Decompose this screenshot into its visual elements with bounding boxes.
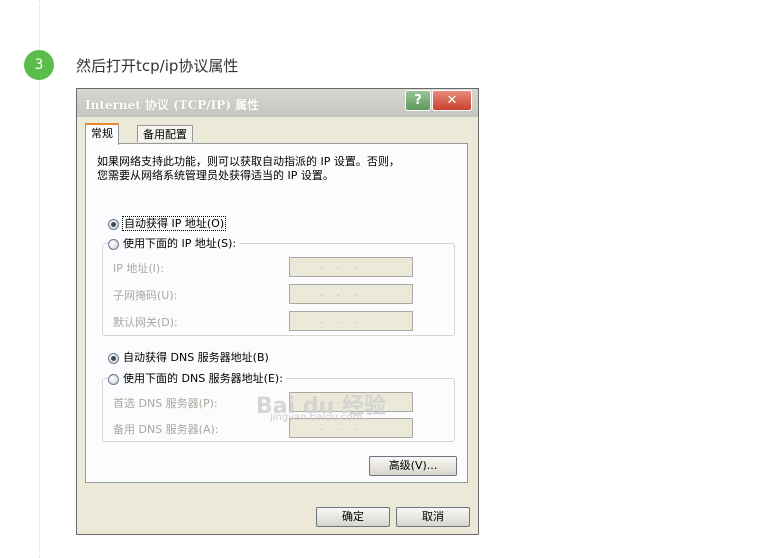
preferred-dns-label: 首选 DNS 服务器(P):: [113, 397, 218, 410]
timeline-rail: [39, 0, 40, 558]
ip-address-field[interactable]: ...: [289, 257, 413, 277]
default-gateway-field[interactable]: ...: [289, 311, 413, 331]
ok-button[interactable]: 确定: [316, 507, 390, 527]
dialog-title: Internet 协议 (TCP/IP) 属性: [85, 98, 260, 112]
radio-icon[interactable]: [108, 373, 119, 385]
step-number-badge: 3: [24, 50, 54, 80]
auto-dns-option[interactable]: 自动获得 DNS 服务器地址(B): [108, 350, 269, 366]
close-button[interactable]: ✕: [432, 90, 472, 111]
subnet-mask-field[interactable]: ...: [289, 284, 413, 304]
radio-icon[interactable]: [108, 352, 119, 364]
default-gateway-label: 默认网关(D):: [113, 316, 178, 329]
radio-icon[interactable]: [108, 218, 119, 230]
manual-ip-label: 使用下面的 IP 地址(S):: [123, 237, 237, 250]
baidu-watermark-url: jingyan.baidu.com: [270, 412, 363, 423]
tab-alternate-config[interactable]: 备用配置: [137, 125, 193, 142]
manual-ip-option[interactable]: 使用下面的 IP 地址(S):: [108, 236, 240, 252]
dialog-client: 常规 备用配置 如果网络支持此功能，则可以获取自动指派的 IP 设置。否则， 您…: [80, 119, 475, 531]
ip-address-label: IP 地址(I):: [113, 262, 164, 275]
step-instruction: 然后打开tcp/ip协议属性: [76, 57, 239, 75]
manual-dns-label: 使用下面的 DNS 服务器地址(E):: [123, 372, 283, 385]
radio-icon[interactable]: [108, 238, 119, 250]
auto-ip-option[interactable]: 自动获得 IP 地址(O): [108, 216, 227, 232]
auto-dns-label: 自动获得 DNS 服务器地址(B): [123, 351, 269, 364]
subnet-mask-label: 子网掩码(U):: [113, 289, 178, 302]
auto-ip-label: 自动获得 IP 地址(O): [121, 216, 227, 231]
alternate-dns-label: 备用 DNS 服务器(A):: [113, 423, 219, 436]
help-button[interactable]: ?: [405, 90, 431, 111]
manual-dns-option[interactable]: 使用下面的 DNS 服务器地址(E):: [108, 371, 286, 387]
cancel-button[interactable]: 取消: [396, 507, 470, 527]
description-text: 如果网络支持此功能，则可以获取自动指派的 IP 设置。否则， 您需要从网络系统管…: [97, 155, 400, 183]
advanced-button[interactable]: 高级(V)...: [369, 456, 457, 476]
tab-general[interactable]: 常规: [85, 123, 119, 145]
dialog-titlebar: Internet 协议 (TCP/IP) 属性 ? ✕: [77, 89, 478, 117]
general-tab-panel: 如果网络支持此功能，则可以获取自动指派的 IP 设置。否则， 您需要从网络系统管…: [85, 143, 468, 483]
description-line-2: 您需要从网络系统管理员处获得适当的 IP 设置。: [97, 169, 334, 182]
description-line-1: 如果网络支持此功能，则可以获取自动指派的 IP 设置。否则，: [97, 155, 400, 168]
tcpip-properties-dialog: Internet 协议 (TCP/IP) 属性 ? ✕ 常规 备用配置 如果网络…: [76, 88, 479, 535]
manual-ip-group: IP 地址(I): ... 子网掩码(U): ... 默认网关(D): ...: [102, 243, 455, 336]
